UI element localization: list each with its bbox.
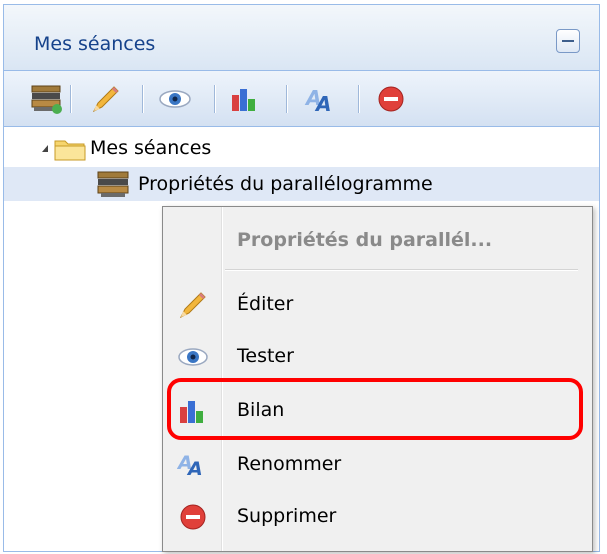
- eye-icon: [177, 341, 209, 373]
- toolbar-separator: [142, 85, 144, 113]
- tree-root-label: Mes séances: [90, 137, 212, 159]
- bar-chart-icon: [232, 89, 255, 111]
- menu-item-label: Éditer: [237, 293, 294, 315]
- rename-icon: A A: [304, 86, 331, 115]
- menu-item-rename[interactable]: A A Renommer: [163, 439, 592, 491]
- delete-icon: [378, 86, 404, 112]
- toolbar: A A: [4, 71, 599, 127]
- context-menu-title: Propriétés du parallél...: [237, 229, 493, 251]
- menu-item-test[interactable]: Tester: [163, 331, 592, 383]
- menu-item-edit[interactable]: Éditer: [163, 279, 592, 331]
- menu-item-label: Renommer: [237, 453, 342, 475]
- collapse-button[interactable]: [556, 29, 580, 53]
- menu-item-label: Supprimer: [237, 505, 337, 527]
- toolbar-separator: [286, 85, 288, 113]
- delete-icon: [177, 501, 209, 533]
- toolbar-separator: [358, 85, 360, 113]
- toolbar-separator: [214, 85, 216, 113]
- expand-arrow-icon[interactable]: [42, 145, 48, 152]
- eye-icon: [159, 90, 191, 108]
- tree-node-session[interactable]: Propriétés du parallélogramme: [4, 167, 599, 201]
- toolbar-delete-button[interactable]: [374, 83, 408, 115]
- pencil-icon: [92, 86, 119, 113]
- rename-icon: A A: [177, 449, 209, 481]
- toolbar-rename-button[interactable]: A A: [304, 83, 338, 115]
- panel-header: Mes séances: [4, 5, 599, 71]
- toolbar-report-button[interactable]: [228, 83, 262, 115]
- toolbar-session-button[interactable]: [30, 83, 64, 115]
- toolbar-edit-button[interactable]: [88, 83, 122, 115]
- svg-text:A: A: [314, 92, 331, 115]
- pencil-icon: [177, 289, 209, 321]
- menu-item-delete[interactable]: Supprimer: [163, 491, 592, 543]
- toolbar-test-button[interactable]: [158, 83, 192, 115]
- svg-text:A: A: [186, 458, 203, 480]
- folder-icon: [54, 137, 86, 161]
- tree-node-root[interactable]: Mes séances: [4, 131, 599, 165]
- tree-session-label: Propriétés du parallélogramme: [138, 173, 433, 195]
- panel-title: Mes séances: [34, 33, 156, 55]
- menu-item-label: Tester: [237, 345, 294, 367]
- session-icon: [31, 85, 62, 114]
- highlight-annotation: [167, 378, 583, 440]
- menu-separator: [225, 269, 578, 271]
- session-icon: [96, 169, 132, 201]
- toolbar-separator: [70, 85, 72, 113]
